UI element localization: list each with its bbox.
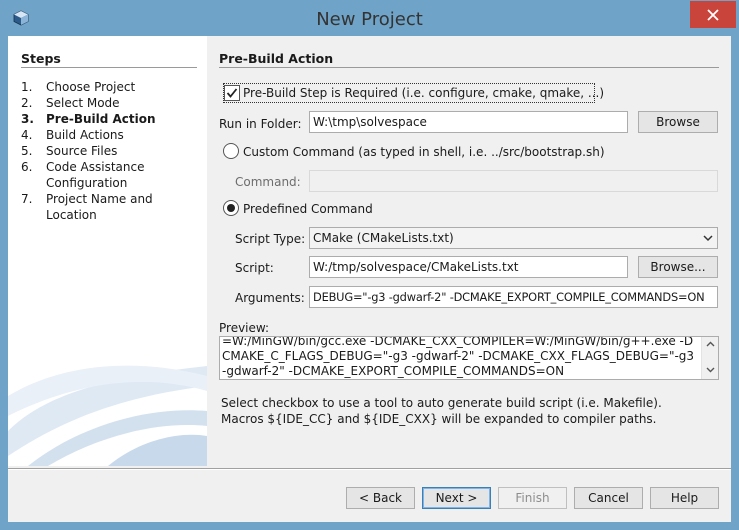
step-item-current: 3. Pre-Build Action: [21, 112, 156, 126]
prebuild-required-checkbox[interactable]: [224, 85, 240, 101]
arguments-label: Arguments:: [235, 291, 305, 305]
close-icon: [707, 9, 719, 21]
new-project-dialog: New Project Steps 1. Choose Project 2. Sel…: [0, 0, 739, 530]
step-item: 4. Build Actions: [21, 128, 124, 142]
steps-divider: [21, 67, 197, 68]
command-label: Command:: [235, 175, 301, 189]
preview-textarea[interactable]: =W:/MinGW/bin/gcc.exe -DCMAKE_CXX_COMPIL…: [219, 336, 719, 380]
step-item: 2. Select Mode: [21, 96, 120, 110]
scroll-up-icon[interactable]: [706, 341, 715, 347]
window-title: New Project: [316, 9, 423, 30]
step-item: 1. Choose Project: [21, 80, 136, 94]
close-button[interactable]: [690, 1, 736, 28]
radio-selected-dot: [227, 204, 235, 212]
scroll-down-icon[interactable]: [706, 367, 715, 373]
finish-button[interactable]: Finish: [498, 487, 567, 509]
step-item: 7. Project Name and Location: [21, 192, 153, 222]
run-in-folder-browse-button[interactable]: Browse: [638, 111, 718, 133]
step-item: 6. Code Assistance Configuration: [21, 160, 145, 190]
help-info-line: Select checkbox to use a tool to auto ge…: [221, 396, 662, 410]
prebuild-required-checkbox-row[interactable]: Pre-Build Step is Required (i.e. configu…: [223, 83, 604, 103]
step-item: 5. Source Files: [21, 144, 118, 158]
steps-list: 1. Choose Project 2. Select Mode 3. Pre-Bui…: [21, 79, 201, 223]
panel-title: Pre-Build Action: [219, 51, 334, 66]
help-info-line: Macros ${IDE_CC} and ${IDE_CXX} will be …: [221, 412, 657, 426]
run-in-folder-input[interactable]: W:\tmp\solvespace: [309, 111, 628, 133]
pre-build-action-panel: Pre-Build Action Pre-Build Step is Requi…: [219, 36, 731, 466]
custom-command-radio[interactable]: [223, 143, 239, 159]
script-label: Script:: [235, 261, 274, 275]
steps-panel: Steps 1. Choose Project 2. Select Mode 3. P…: [8, 36, 207, 466]
checkmark-icon: [226, 88, 238, 98]
script-input[interactable]: W:/tmp/solvespace/CMakeLists.txt: [309, 256, 628, 278]
script-type-select[interactable]: CMake (CMakeLists.txt): [309, 227, 718, 249]
back-button[interactable]: < Back: [346, 487, 415, 509]
prebuild-required-label: Pre-Build Step is Required (i.e. configu…: [243, 86, 605, 100]
next-button[interactable]: Next >: [422, 487, 491, 509]
preview-label: Preview:: [219, 321, 270, 335]
run-in-folder-label: Run in Folder:: [219, 117, 302, 131]
preview-text: =W:/MinGW/bin/gcc.exe -DCMAKE_CXX_COMPIL…: [222, 336, 695, 378]
script-type-value: CMake (CMakeLists.txt): [313, 231, 454, 245]
predefined-command-radio[interactable]: [223, 200, 239, 216]
title-bar: New Project: [0, 0, 739, 36]
cancel-button[interactable]: Cancel: [574, 487, 643, 509]
custom-command-label[interactable]: Custom Command (as typed in shell, i.e. …: [243, 145, 605, 159]
script-type-label: Script Type:: [235, 232, 306, 246]
decorative-swirl-graphic: [8, 365, 207, 466]
help-button[interactable]: Help: [650, 487, 719, 509]
chevron-down-icon: [703, 235, 713, 242]
help-info-text: Select checkbox to use a tool to auto ge…: [221, 395, 711, 427]
steps-title: Steps: [21, 51, 61, 66]
preview-scrollbar[interactable]: [701, 337, 718, 379]
command-input[interactable]: [309, 170, 718, 192]
predefined-command-label[interactable]: Predefined Command: [243, 202, 373, 216]
dialog-body: Steps 1. Choose Project 2. Select Mode 3. P…: [8, 36, 731, 522]
arguments-input[interactable]: DEBUG="-g3 -gdwarf-2" -DCMAKE_EXPORT_COM…: [309, 286, 718, 308]
panel-divider: [219, 67, 719, 68]
script-browse-button[interactable]: Browse...: [638, 256, 718, 278]
footer-divider-highlight: [8, 469, 731, 470]
